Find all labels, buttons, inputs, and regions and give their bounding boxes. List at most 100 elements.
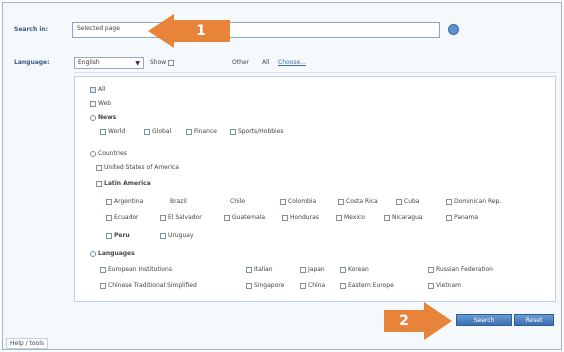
option-languages-label: Languages [98,250,135,257]
news-sub-3[interactable]: Sports/Hobbies [230,128,284,135]
latin-r2-2[interactable]: Guatemala [224,214,265,221]
latin-r1-3[interactable]: Colombia [280,198,316,205]
lang-r1-3[interactable]: Korean [340,266,369,273]
callout-1-arrow [148,14,174,48]
callout-2-arrow [424,302,452,340]
news-sub-0[interactable]: World [100,128,125,135]
latin-r1-6-label: Dominican Rep. [454,198,502,205]
lang-r1-0-checkbox[interactable] [100,266,106,273]
latin-r3-1-checkbox[interactable] [160,232,166,239]
latin-r3-1[interactable]: Uruguay [160,232,194,239]
option-usa-checkbox[interactable] [96,164,102,171]
latin-r1-1-label: Brazil [170,198,187,205]
show-checkbox[interactable] [168,59,175,66]
latin-r2-5[interactable]: Nicaragua [384,214,423,221]
lang-r2-0[interactable]: Chinese Traditional Simplified [100,282,197,289]
latin-r2-4-checkbox[interactable] [336,214,342,221]
latin-r2-6-checkbox[interactable] [446,214,452,221]
lang-r1-0-label: European Institutions [108,266,172,273]
lang-r2-3-label: Eastern Europe [348,282,394,289]
other-label: Other [232,59,250,66]
option-countries-radio[interactable] [90,150,96,157]
latin-r1-1[interactable]: Brazil [170,198,187,205]
news-sub-1[interactable]: Global [144,128,171,135]
lang-r1-2[interactable]: Japan [300,266,325,273]
latin-r3-0[interactable]: Peru [106,232,130,239]
news-sub-2-checkbox[interactable] [186,128,192,135]
latin-r1-5-checkbox[interactable] [396,198,402,205]
lang-r2-3-checkbox[interactable] [340,282,346,289]
lang-r1-4-checkbox[interactable] [428,266,434,273]
language-selected: English [78,59,100,66]
latin-r2-3-checkbox[interactable] [282,214,288,221]
option-all-checkbox[interactable] [90,86,96,93]
latin-r2-6[interactable]: Panama [446,214,478,221]
lang-r1-2-label: Japan [308,266,325,273]
option-usa-label: United States of America [104,164,179,171]
latin-r1-0[interactable]: Argentina [106,198,143,205]
footer-help[interactable]: Help / tools [6,338,49,349]
latin-r2-0[interactable]: Ecuador [106,214,139,221]
option-usa[interactable]: United States of America [96,164,179,171]
lang-r2-0-label: Chinese Traditional Simplified [108,282,197,289]
option-countries[interactable]: Countries [90,150,127,157]
option-latin-label: Latin America [104,180,151,187]
latin-r3-0-checkbox[interactable] [106,232,112,239]
option-languages-radio[interactable] [90,250,96,257]
option-web[interactable]: Web [90,100,111,107]
callout-1: 1 [172,20,230,42]
latin-r2-5-checkbox[interactable] [384,214,390,221]
lang-r1-1-checkbox[interactable] [246,266,252,273]
lang-r2-1[interactable]: Singapore [246,282,284,289]
search-button[interactable]: Search [456,314,512,326]
latin-r2-2-checkbox[interactable] [224,214,230,221]
latin-r1-6-checkbox[interactable] [446,198,452,205]
lang-r1-4[interactable]: Russian Federation [428,266,493,273]
lang-r1-0[interactable]: European Institutions [100,266,172,273]
option-languages[interactable]: Languages [90,250,135,257]
language-select[interactable]: English ▼ [74,57,144,69]
lang-r2-2[interactable]: China [300,282,325,289]
latin-r2-4[interactable]: Mexico [336,214,365,221]
latin-r2-1-checkbox[interactable] [160,214,166,221]
search-input[interactable]: Selected page [72,22,440,38]
latin-r2-0-checkbox[interactable] [106,214,112,221]
reset-button[interactable]: Reset [514,314,554,326]
latin-r1-4[interactable]: Costa Rica [338,198,378,205]
option-latin[interactable]: Latin America [96,180,151,187]
lang-r1-1-label: Italian [254,266,273,273]
lang-r1-2-checkbox[interactable] [300,266,306,273]
latin-r2-1[interactable]: El Salvador [160,214,202,221]
lang-r2-1-checkbox[interactable] [246,282,252,289]
news-sub-2[interactable]: Finance [186,128,217,135]
lang-r1-4-label: Russian Federation [436,266,493,273]
latin-r1-4-checkbox[interactable] [338,198,344,205]
lang-r1-3-checkbox[interactable] [340,266,346,273]
latin-r2-3[interactable]: Honduras [282,214,319,221]
option-news[interactable]: News [90,114,116,121]
search-go-icon[interactable] [448,24,459,35]
lang-r2-4-checkbox[interactable] [428,282,434,289]
option-web-checkbox[interactable] [90,100,96,107]
lang-r2-4[interactable]: Vietnam [428,282,461,289]
lang-r2-2-checkbox[interactable] [300,282,306,289]
lang-r2-4-label: Vietnam [436,282,462,289]
latin-r1-6[interactable]: Dominican Rep. [446,198,501,205]
show-checkbox-wrap[interactable]: Show [150,59,176,66]
lang-r1-1[interactable]: Italian [246,266,273,273]
option-latin-checkbox[interactable] [96,180,102,187]
news-sub-0-checkbox[interactable] [100,128,106,135]
option-news-radio[interactable] [90,114,96,121]
latin-r1-5[interactable]: Cuba [396,198,419,205]
other-choose-link[interactable]: Choose... [278,59,306,66]
lang-r2-0-checkbox[interactable] [100,282,106,289]
option-all[interactable]: All [90,86,105,93]
callout-2: 2 [384,310,424,332]
news-sub-3-checkbox[interactable] [230,128,236,135]
search-label: Search in: [14,26,49,33]
latin-r1-3-checkbox[interactable] [280,198,286,205]
lang-r2-3[interactable]: Eastern Europe [340,282,394,289]
latin-r1-2[interactable]: Chile [230,198,245,205]
news-sub-1-checkbox[interactable] [144,128,150,135]
latin-r1-0-checkbox[interactable] [106,198,112,205]
